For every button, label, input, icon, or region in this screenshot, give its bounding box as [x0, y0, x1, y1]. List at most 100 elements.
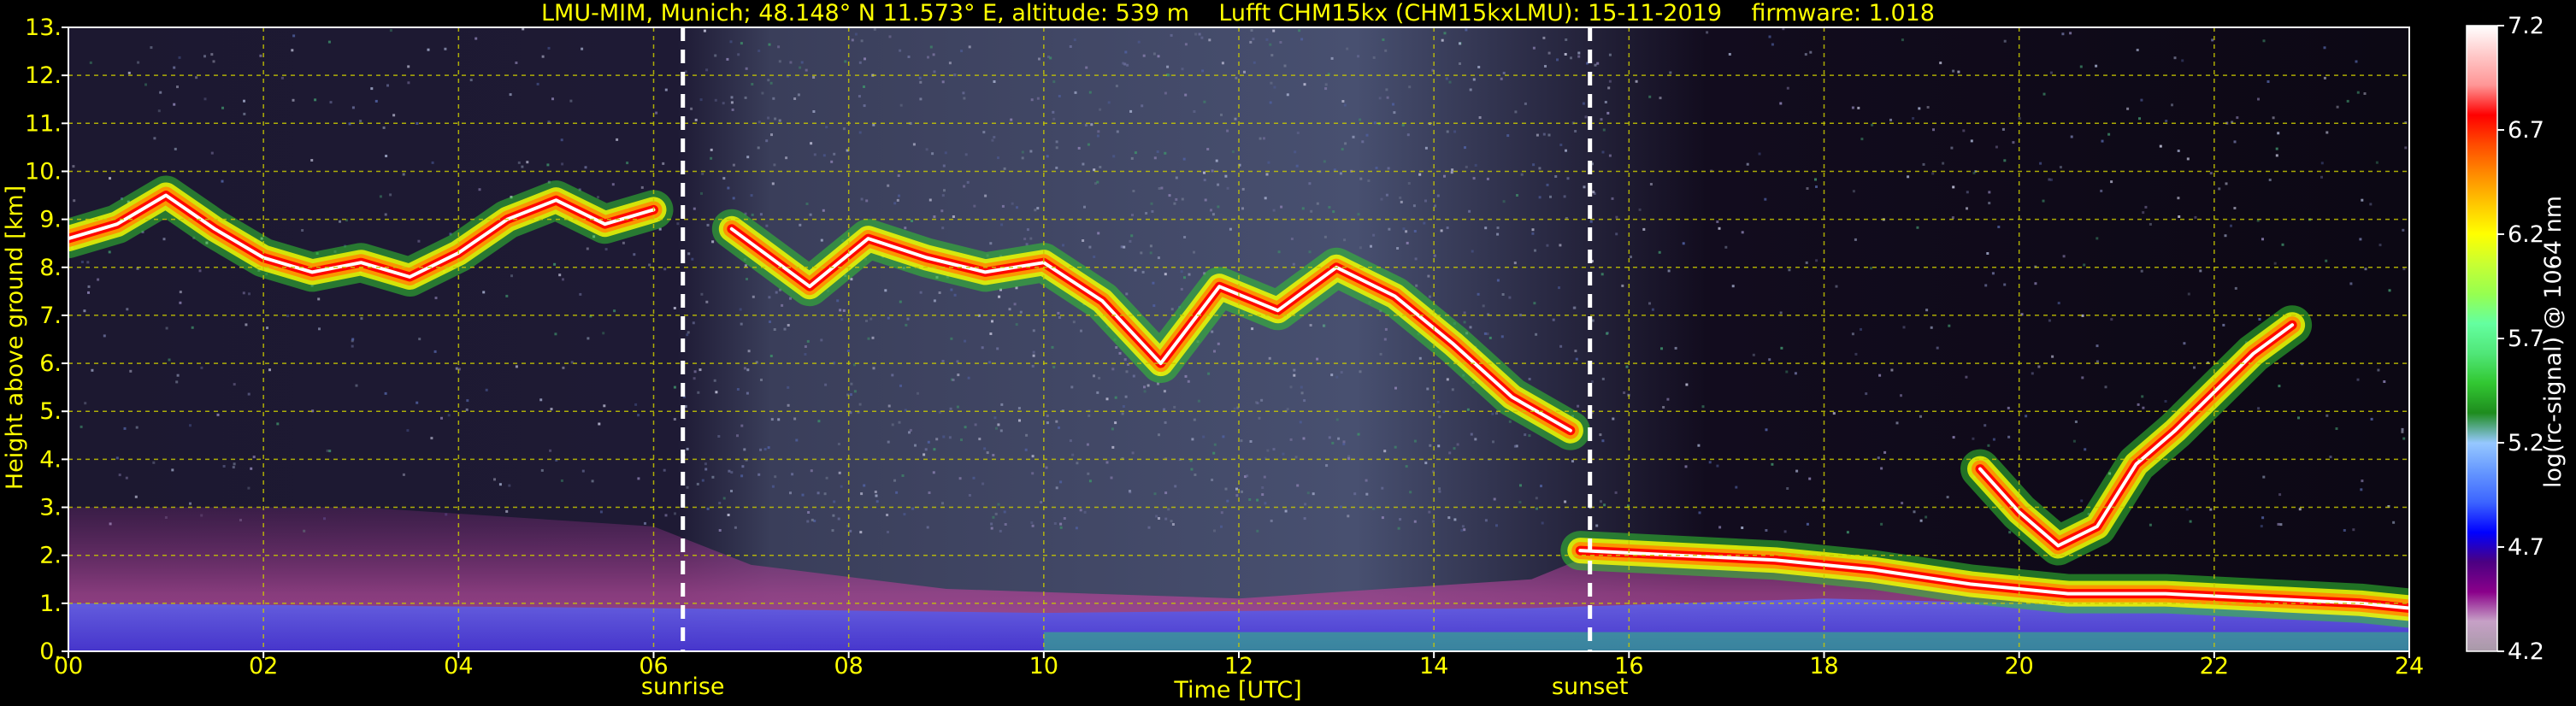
noise-speck [2159, 144, 2162, 148]
noise-speck [1025, 243, 1029, 246]
noise-speck [953, 74, 957, 77]
noise-speck [1164, 273, 1167, 276]
noise-speck [176, 374, 180, 377]
noise-speck [1952, 185, 1955, 189]
noise-speck [2096, 344, 2099, 348]
noise-speck [434, 297, 438, 300]
noise-speck [1919, 415, 1922, 418]
noise-speck [931, 152, 934, 156]
noise-speck [1382, 38, 1385, 41]
noise-speck [1854, 352, 1858, 356]
noise-speck [89, 61, 92, 64]
noise-speck [963, 185, 966, 188]
noise-speck [2107, 132, 2111, 136]
noise-speck [562, 366, 565, 369]
noise-speck [1283, 64, 1287, 68]
noise-speck [722, 177, 726, 180]
noise-speck [770, 133, 773, 137]
noise-speck [1111, 445, 1115, 449]
noise-speck [789, 61, 793, 64]
noise-speck [250, 467, 253, 470]
noise-speck [1046, 155, 1049, 158]
noise-speck [2137, 403, 2140, 406]
noise-speck [981, 346, 984, 350]
noise-speck [1342, 443, 1346, 446]
noise-speck [767, 79, 770, 82]
noise-speck [1038, 57, 1040, 61]
noise-speck [1019, 310, 1023, 314]
noise-speck [1508, 296, 1512, 299]
noise-speck [1070, 385, 1074, 389]
noise-speck [1495, 412, 1498, 415]
noise-speck [1442, 410, 1446, 414]
noise-speck [268, 368, 271, 372]
noise-speck [1111, 368, 1115, 371]
noise-speck [1448, 451, 1452, 455]
x-tick-label: 08 [834, 653, 863, 680]
noise-speck [1083, 205, 1086, 209]
noise-speck [923, 453, 926, 456]
noise-speck [2183, 342, 2186, 345]
noise-speck [1263, 475, 1266, 479]
colorbar-tick-label: 6.2 [2508, 221, 2544, 248]
noise-speck [498, 483, 502, 486]
noise-speck [718, 529, 722, 532]
noise-speck [899, 103, 903, 107]
noise-speck [1323, 160, 1326, 163]
noise-speck [739, 308, 742, 311]
noise-speck [1541, 521, 1544, 525]
noise-speck [1359, 118, 1362, 121]
noise-speck [1088, 245, 1092, 249]
noise-speck [832, 514, 835, 517]
x-tick-label: 06 [639, 653, 668, 680]
noise-speck [1203, 179, 1206, 182]
noise-speck [1381, 486, 1384, 490]
y-tick-label: 0. [39, 638, 62, 665]
noise-speck [515, 365, 518, 368]
noise-speck [1466, 408, 1470, 411]
noise-speck [1502, 200, 1506, 203]
noise-speck [1062, 244, 1064, 247]
noise-speck [789, 491, 792, 495]
noise-speck [1608, 154, 1612, 157]
noise-speck [103, 334, 106, 338]
noise-speck [992, 454, 995, 456]
noise-speck [1623, 391, 1626, 394]
noise-speck [1667, 269, 1671, 273]
noise-speck [823, 492, 827, 496]
noise-speck [858, 95, 861, 98]
noise-speck [1040, 501, 1043, 504]
noise-speck [1531, 232, 1535, 235]
noise-speck [2079, 65, 2083, 68]
noise-speck [1470, 432, 1473, 436]
noise-speck [2281, 243, 2284, 246]
noise-speck [1293, 368, 1296, 372]
noise-speck [1153, 156, 1157, 160]
noise-speck [1277, 250, 1281, 254]
noise-speck [1331, 441, 1335, 444]
noise-speck [1049, 56, 1052, 60]
noise-speck [1465, 165, 1468, 168]
noise-speck [1662, 406, 1665, 409]
noise-speck [655, 111, 658, 115]
noise-speck [777, 418, 781, 421]
y-tick-label: 1. [39, 591, 62, 617]
noise-speck [1115, 85, 1118, 88]
ground-return-band [1043, 632, 2409, 651]
noise-speck [1394, 445, 1397, 449]
noise-speck [212, 60, 215, 63]
noise-speck [382, 126, 386, 129]
noise-speck [1433, 254, 1436, 257]
noise-speck [729, 40, 733, 44]
noise-speck [1132, 374, 1135, 378]
noise-speck [1233, 407, 1236, 410]
noise-speck [743, 448, 746, 451]
noise-speck [1372, 56, 1376, 59]
noise-speck [2140, 269, 2143, 273]
noise-speck [777, 45, 781, 49]
noise-speck [1090, 123, 1093, 126]
noise-speck [1806, 522, 1809, 526]
noise-speck [751, 213, 754, 216]
noise-speck [944, 151, 947, 155]
noise-speck [493, 478, 496, 481]
